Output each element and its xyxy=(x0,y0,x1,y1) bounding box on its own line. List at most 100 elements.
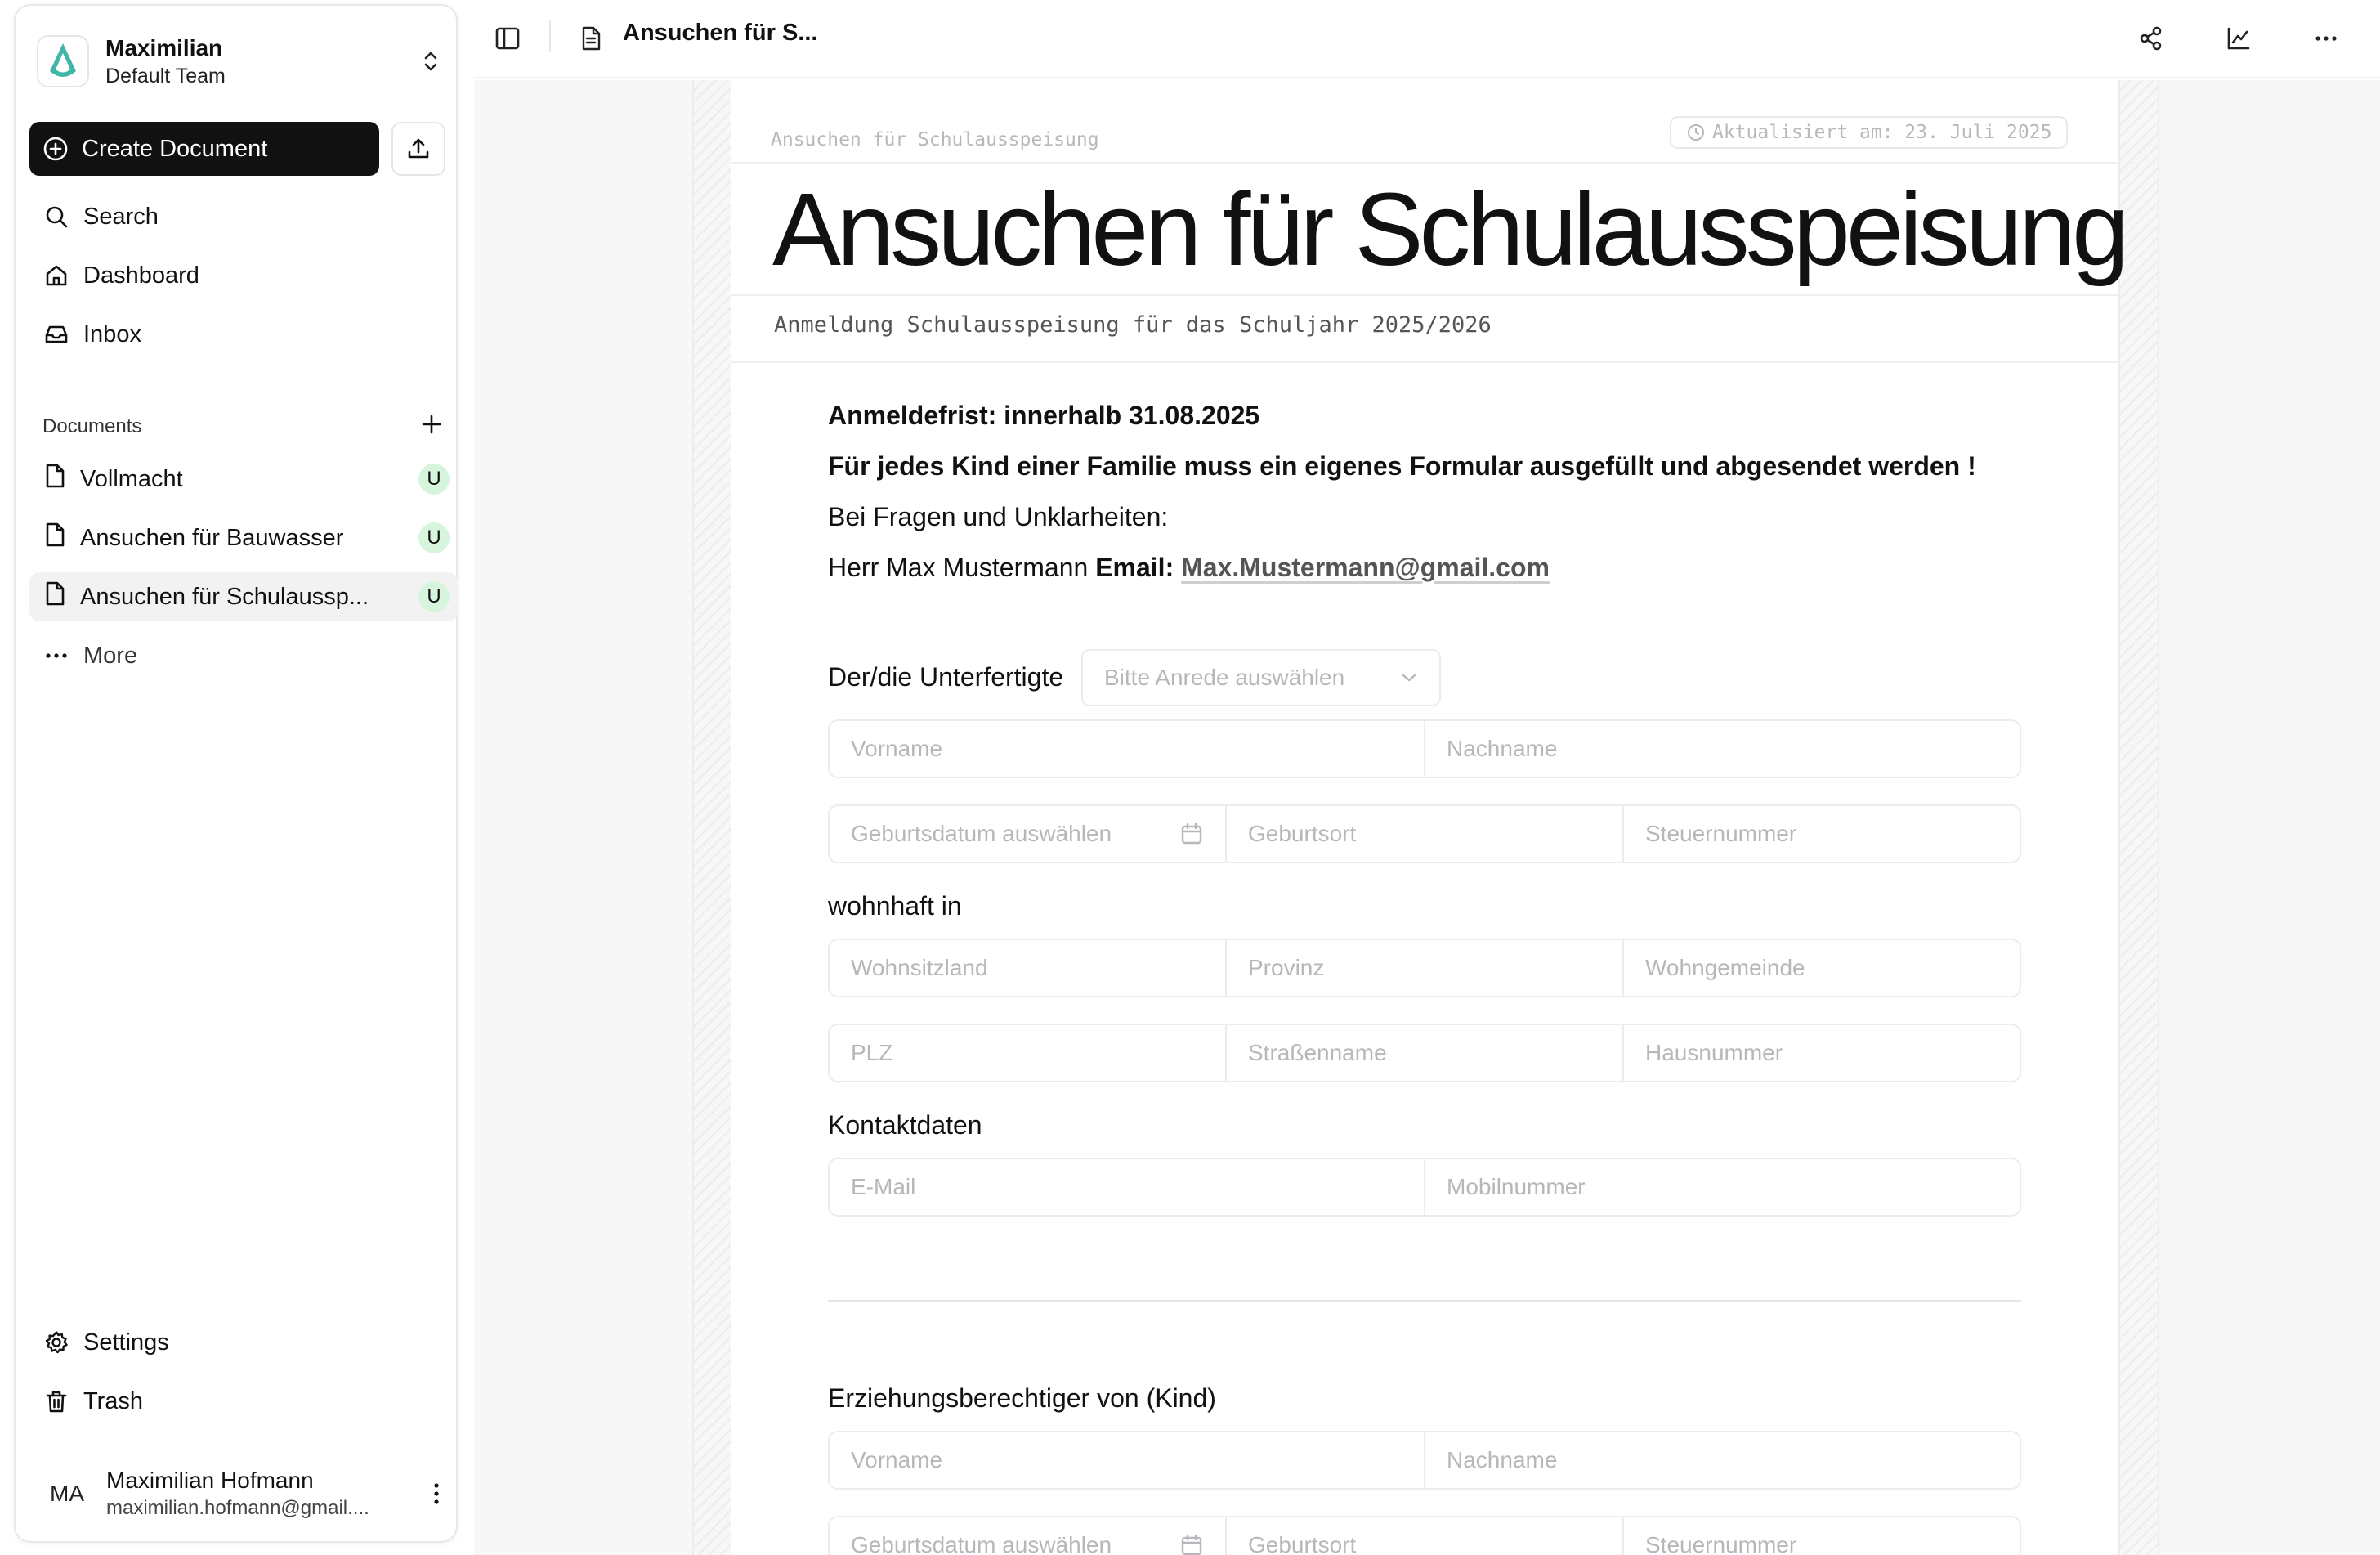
more-horizontal-icon[interactable] xyxy=(2306,18,2346,59)
document-breadcrumb-title: Ansuchen für S... xyxy=(623,20,818,46)
create-document-label: Create Document xyxy=(82,135,268,162)
sidebar-item-label: Settings xyxy=(83,1329,169,1356)
email-placeholder: E-Mail xyxy=(851,1174,916,1199)
sidebar-toggle-icon[interactable] xyxy=(487,18,528,59)
child-birthdate-picker[interactable]: Geburtsdatum auswählen xyxy=(830,1517,1225,1555)
drop-logo-icon xyxy=(50,43,76,77)
lastname-input[interactable]: Nachname xyxy=(1424,721,2020,777)
municipality-placeholder: Wohngemeinde xyxy=(1645,955,1805,980)
municipality-input[interactable]: Wohngemeinde xyxy=(1622,940,2020,996)
child-birthplace-input[interactable]: Geburtsort xyxy=(1225,1517,1622,1555)
documents-header-label: Documents xyxy=(42,415,142,437)
taxnumber-input[interactable]: Steuernummer xyxy=(1622,806,2020,862)
sidebar-document-schulausspeisung[interactable]: Ansuchen für Schulaussp... U xyxy=(29,572,458,621)
sidebar-document-vollmacht[interactable]: Vollmacht U xyxy=(29,455,458,504)
child-lastname-placeholder: Nachname xyxy=(1447,1447,1558,1472)
sidebar-item-trash[interactable]: Trash xyxy=(29,1377,445,1426)
team-logo xyxy=(37,35,89,87)
team-switcher[interactable]: Maximilian Default Team xyxy=(37,27,445,96)
team-text: Maximilian Default Team xyxy=(105,35,400,88)
child-firstname-input[interactable]: Vorname xyxy=(830,1432,1424,1488)
firstname-placeholder: Vorname xyxy=(851,736,943,761)
sidebar-item-label: Inbox xyxy=(83,320,141,347)
trash-icon xyxy=(42,1387,70,1415)
user-profile[interactable]: MA Maximilian Hofmann maximilian.hofmann… xyxy=(42,1461,451,1526)
birthplace-input[interactable]: Geburtsort xyxy=(1225,806,1622,862)
housenumber-input[interactable]: Hausnummer xyxy=(1622,1025,2020,1081)
avatar: MA xyxy=(42,1469,92,1518)
more-vertical-icon[interactable] xyxy=(422,1481,451,1506)
add-document-icon[interactable] xyxy=(420,413,443,441)
contact-email-link[interactable]: Max.Mustermann@gmail.com xyxy=(1181,553,1550,582)
mobile-placeholder: Mobilnummer xyxy=(1447,1174,1586,1199)
name-row: Vorname Nachname xyxy=(828,719,2021,778)
birthdate-placeholder: Geburtsdatum auswählen xyxy=(851,821,1112,846)
documents-section-header: Documents xyxy=(42,410,443,443)
sidebar-item-inbox[interactable]: Inbox xyxy=(29,310,445,359)
birthplace-placeholder: Geburtsort xyxy=(1248,821,1357,846)
header-divider xyxy=(731,162,2118,164)
province-input[interactable]: Provinz xyxy=(1225,940,1622,996)
top-bar: Ansuchen für S... xyxy=(474,0,2380,78)
clock-icon xyxy=(1688,124,1704,141)
contact-label: Kontaktdaten xyxy=(828,1110,982,1140)
page-margin-left xyxy=(692,80,733,1555)
sidebar-item-settings[interactable]: Settings xyxy=(29,1318,445,1367)
deadline-text: Anmeldefrist: innerhalb 31.08.2025 xyxy=(828,401,1260,430)
email-input[interactable]: E-Mail xyxy=(830,1159,1424,1215)
street-placeholder: Straßenname xyxy=(1248,1040,1387,1065)
birthdate-picker[interactable]: Geburtsdatum auswählen xyxy=(830,806,1225,862)
document-status-badge: U xyxy=(418,581,450,612)
undersigned-label: Der/die Unterfertigte xyxy=(828,662,1064,692)
calendar-icon xyxy=(1181,822,1202,845)
chevron-down-icon xyxy=(1402,674,1416,682)
country-placeholder: Wohnsitzland xyxy=(851,955,988,980)
create-document-button[interactable]: Create Document xyxy=(29,122,379,176)
updated-badge: Aktualisiert am: 23. Juli 2025 xyxy=(1670,116,2069,149)
chevron-up-down-icon[interactable] xyxy=(416,47,445,76)
search-icon xyxy=(42,203,70,231)
analytics-chart-icon[interactable] xyxy=(2218,18,2259,59)
residence-row-2: PLZ Straßenname Hausnummer xyxy=(828,1024,2021,1082)
child-taxnumber-input[interactable]: Steuernummer xyxy=(1622,1517,2020,1555)
document-subtitle[interactable]: Anmeldung Schulausspeisung für das Schul… xyxy=(774,312,1492,338)
home-icon xyxy=(42,262,70,289)
child-birthdate-placeholder: Geburtsdatum auswählen xyxy=(851,1532,1112,1555)
document-path: Ansuchen für Schulausspeisung xyxy=(771,129,1099,150)
share-icon[interactable] xyxy=(2131,18,2172,59)
street-input[interactable]: Straßenname xyxy=(1225,1025,1622,1081)
lastname-placeholder: Nachname xyxy=(1447,736,1558,761)
child-firstname-placeholder: Vorname xyxy=(851,1447,943,1472)
document-status-badge: U xyxy=(418,522,450,553)
team-subtitle: Default Team xyxy=(105,64,226,87)
sidebar-item-more[interactable]: More xyxy=(29,631,445,680)
contact-name: Herr Max Mustermann xyxy=(828,553,1089,582)
country-input[interactable]: Wohnsitzland xyxy=(830,940,1225,996)
sidebar-item-search[interactable]: Search xyxy=(29,192,445,241)
child-birth-row: Geburtsdatum auswählen Geburtsort Steuer… xyxy=(828,1516,2021,1555)
contact-email-label: Email: xyxy=(1095,553,1174,582)
upload-button[interactable] xyxy=(391,122,445,176)
document-label: Vollmacht xyxy=(80,465,183,492)
sidebar-item-dashboard[interactable]: Dashboard xyxy=(29,251,445,300)
salutation-placeholder: Bitte Anrede auswählen xyxy=(1104,665,1345,690)
inbox-icon xyxy=(42,320,70,348)
sidebar-item-label: Trash xyxy=(83,1387,144,1414)
sidebar-item-label: Search xyxy=(83,203,159,230)
document-label: Ansuchen für Schulaussp... xyxy=(80,583,369,610)
user-text: Maximilian Hofmann maximilian.hofmann@gm… xyxy=(106,1468,407,1520)
zip-input[interactable]: PLZ xyxy=(830,1025,1225,1081)
sidebar: Maximilian Default Team Create Document … xyxy=(14,4,458,1543)
child-birthplace-placeholder: Geburtsort xyxy=(1248,1532,1357,1555)
sidebar-item-label: More xyxy=(83,642,138,669)
salutation-select[interactable]: Bitte Anrede auswählen xyxy=(1081,649,1441,706)
mobile-input[interactable]: Mobilnummer xyxy=(1424,1159,2020,1215)
residence-row-1: Wohnsitzland Provinz Wohngemeinde xyxy=(828,939,2021,997)
birth-row: Geburtsdatum auswählen Geburtsort Steuer… xyxy=(828,804,2021,863)
firstname-input[interactable]: Vorname xyxy=(830,721,1424,777)
questions-text: Bei Fragen und Unklarheiten: xyxy=(828,502,1169,531)
document-title[interactable]: Ansuchen für Schulausspeisung xyxy=(772,170,2129,289)
child-lastname-input[interactable]: Nachname xyxy=(1424,1432,2020,1488)
sidebar-document-bauwasser[interactable]: Ansuchen für Bauwasser U xyxy=(29,513,458,562)
subtitle-divider xyxy=(731,361,2118,363)
